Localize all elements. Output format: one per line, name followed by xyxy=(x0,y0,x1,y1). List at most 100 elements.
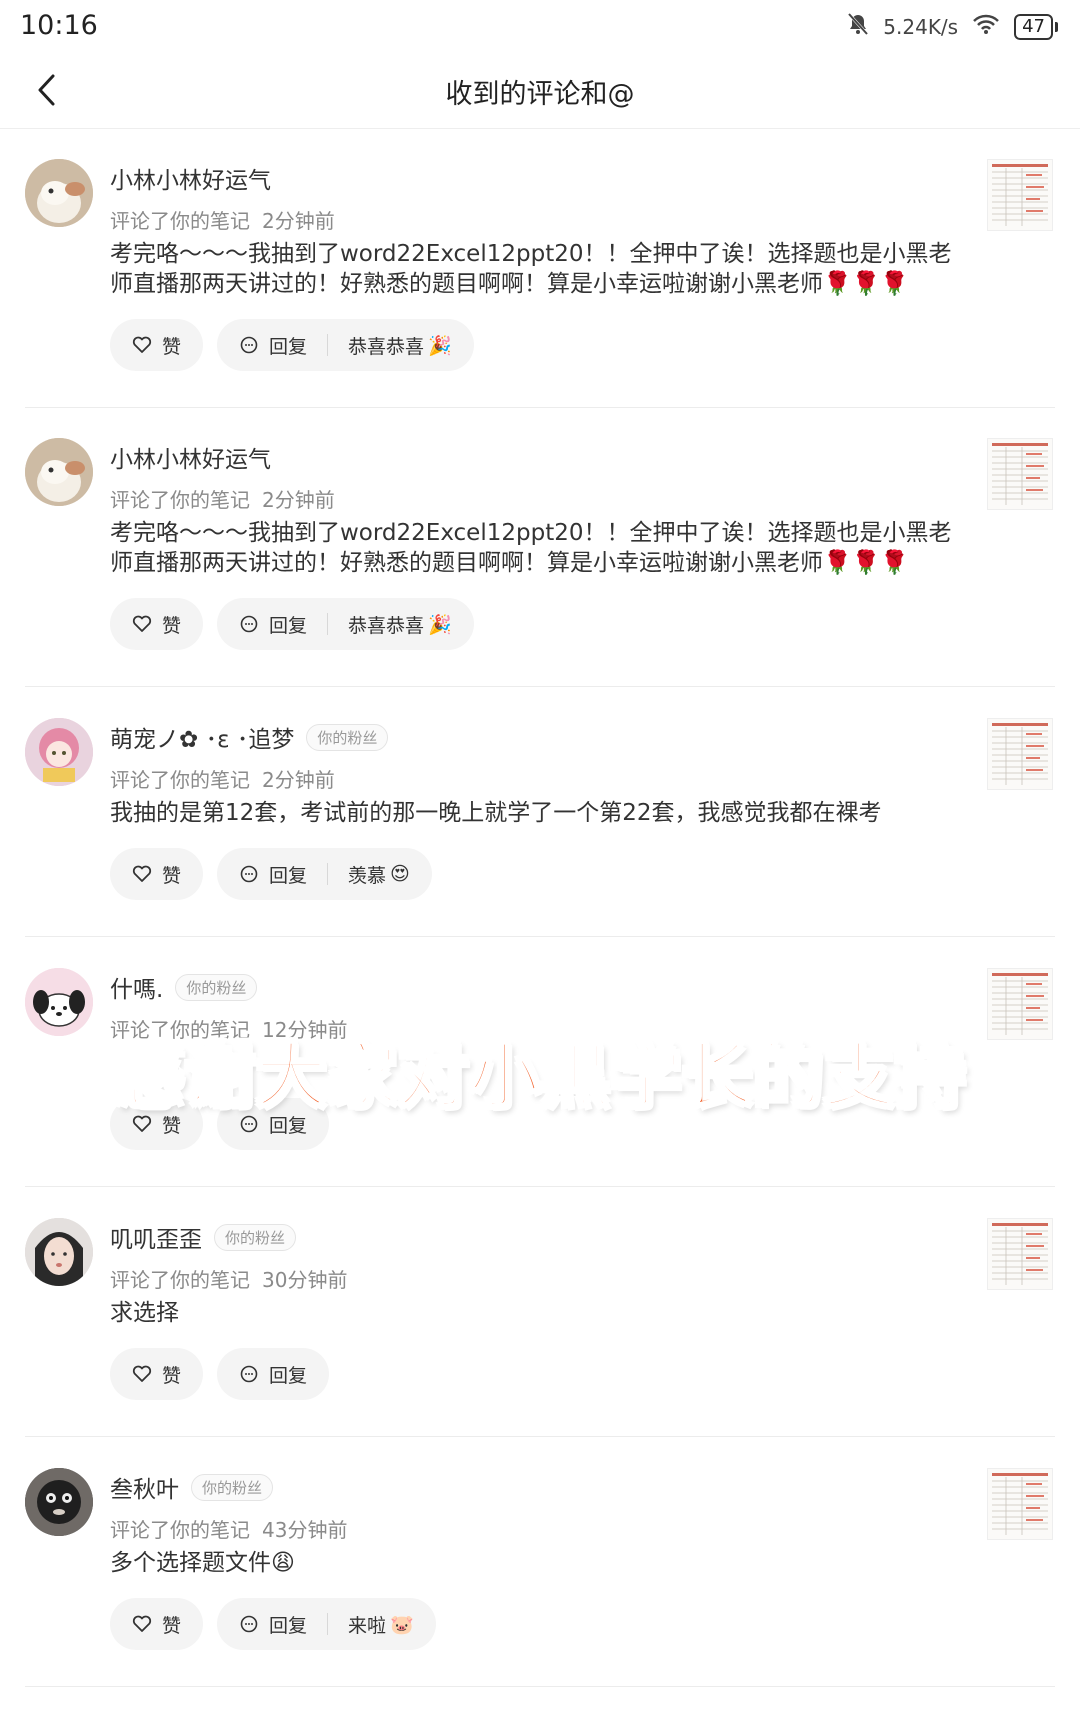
timestamp: 2分钟前 xyxy=(262,488,335,512)
quick-reply-emoji: 🎉 xyxy=(428,613,452,636)
quick-reply-text: 羡慕 xyxy=(348,864,387,887)
timestamp: 2分钟前 xyxy=(262,768,335,792)
comment-meta: 评论了你的笔记 2分钟前 xyxy=(110,205,335,234)
like-label: 赞 xyxy=(162,1614,182,1637)
timestamp: 43分钟前 xyxy=(262,1518,348,1542)
note-thumbnail[interactable] xyxy=(987,159,1053,231)
battery-level: 47 xyxy=(1014,13,1053,40)
list-item[interactable]: 小林小林好运气 评论了你的笔记 2分钟前 考完咯～～～我抽到了word22Exce… xyxy=(0,408,1080,688)
heart-icon xyxy=(132,865,152,883)
comment-meta: 评论了你的笔记 30分钟前 xyxy=(110,1264,347,1293)
like-button[interactable]: 赞 xyxy=(110,319,204,371)
avatar[interactable] xyxy=(25,718,93,786)
chat-bubble-icon xyxy=(239,1364,259,1384)
username[interactable]: 什嗎. xyxy=(110,970,163,1004)
like-label: 赞 xyxy=(162,864,182,887)
status-icons: 5.24K/s 47 xyxy=(847,12,1058,41)
divider xyxy=(25,686,1055,687)
name-row: 萌宠ノ✿ ･ε ･追梦 你的粉丝 xyxy=(110,720,389,754)
reply-button[interactable]: 回复 xyxy=(269,861,307,888)
reply-group: 回复 来啦 🐷 xyxy=(217,1598,436,1650)
heart-icon xyxy=(132,336,152,354)
action-text: 评论了你的笔记 xyxy=(110,1518,250,1542)
username[interactable]: 萌宠ノ✿ ･ε ･追梦 xyxy=(110,720,294,754)
name-row: 叽叽歪歪 你的粉丝 xyxy=(110,1220,297,1254)
comment-meta: 评论了你的笔记 43分钟前 xyxy=(110,1514,347,1543)
like-button[interactable]: 赞 xyxy=(110,598,204,650)
avatar[interactable] xyxy=(25,1218,93,1286)
name-row: 什嗎. 你的粉丝 xyxy=(110,970,258,1004)
timestamp: 2分钟前 xyxy=(262,209,335,233)
reply-group: 回复 恭喜恭喜 🎉 xyxy=(217,319,474,371)
comment-text[interactable]: 多个选择题文件😩 xyxy=(110,1548,970,1578)
like-button[interactable]: 赞 xyxy=(110,848,204,900)
heart-icon xyxy=(132,615,152,633)
note-thumbnail[interactable] xyxy=(987,1468,1053,1540)
quick-reply-button[interactable]: 来啦 🐷 xyxy=(348,1611,414,1638)
timestamp: 30分钟前 xyxy=(262,1268,348,1292)
divider xyxy=(25,1436,1055,1437)
name-row: 小林小林好运气 xyxy=(110,161,271,195)
quick-reply-emoji: 🎉 xyxy=(428,334,452,357)
reply-button[interactable]: 回复 xyxy=(269,1611,307,1638)
action-row: 赞 回复 来啦 🐷 xyxy=(110,1598,436,1650)
overlay-caption: 感谢大家对小黑学长的支持 xyxy=(113,1034,967,1119)
reply-button[interactable]: 回复 xyxy=(269,611,307,638)
note-thumbnail[interactable] xyxy=(987,1218,1053,1290)
list-item[interactable]: 叽叽歪歪 你的粉丝 评论了你的笔记 30分钟前 求选择 赞 回复 xyxy=(0,1188,1080,1438)
page-title: 收到的评论和@ xyxy=(445,79,635,110)
comment-text[interactable]: 求选择 xyxy=(110,1298,970,1328)
action-text: 评论了你的笔记 xyxy=(110,1268,250,1292)
divider xyxy=(25,1186,1055,1187)
chat-bubble-icon xyxy=(239,614,259,634)
like-button[interactable]: 赞 xyxy=(110,1598,204,1650)
comment-text[interactable]: 考完咯～～～我抽到了word22Excel12ppt20！！全押中了诶！选择题也… xyxy=(110,518,970,578)
name-row: 小林小林好运气 xyxy=(110,440,271,474)
action-row: 赞 回复 xyxy=(110,1348,330,1400)
username[interactable]: 小林小林好运气 xyxy=(110,161,271,195)
status-bar: 10:16 5.24K/s 47 xyxy=(0,0,1080,52)
mute-bell-icon xyxy=(847,12,869,41)
username[interactable]: 小林小林好运气 xyxy=(110,440,271,474)
action-row: 赞 回复 羡慕 😍 xyxy=(110,848,432,900)
chat-bubble-icon xyxy=(239,1614,259,1634)
divider xyxy=(25,936,1055,937)
fan-badge: 你的粉丝 xyxy=(191,1473,274,1501)
net-speed: 5.24K/s xyxy=(883,14,959,39)
action-text: 评论了你的笔记 xyxy=(110,209,250,233)
like-button[interactable]: 赞 xyxy=(110,1348,204,1400)
like-label: 赞 xyxy=(162,1364,182,1387)
comment-text[interactable]: 考完咯～～～我抽到了word22Excel12ppt20！！全押中了诶！选择题也… xyxy=(110,239,970,299)
heart-icon xyxy=(132,1365,152,1383)
quick-reply-emoji: 😍 xyxy=(390,863,410,885)
username[interactable]: 叁秋叶 xyxy=(110,1470,179,1504)
wifi-icon xyxy=(972,13,1000,40)
avatar[interactable] xyxy=(25,438,93,506)
quick-reply-text: 恭喜恭喜 xyxy=(348,614,425,637)
list-item[interactable]: 萌宠ノ✿ ･ε ･追梦 你的粉丝 评论了你的笔记 2分钟前 我抽的是第12套，考试… xyxy=(0,688,1080,938)
quick-reply-button[interactable]: 恭喜恭喜 🎉 xyxy=(348,332,452,359)
list-item[interactable]: 叁秋叶 你的粉丝 评论了你的笔记 43分钟前 多个选择题文件😩 赞 回复 来啦 🐷 xyxy=(0,1438,1080,1688)
list-item[interactable]: 小林小林好运气 评论了你的笔记 2分钟前 考完咯～～～我抽到了word22Exce… xyxy=(0,129,1080,409)
note-thumbnail[interactable] xyxy=(987,438,1053,510)
comment-text[interactable]: 我抽的是第12套，考试前的那一晚上就学了一个第22套，我感觉我都在裸考 xyxy=(110,798,970,828)
header: 收到的评论和@ xyxy=(0,52,1080,129)
quick-reply-text: 恭喜恭喜 xyxy=(348,335,425,358)
note-thumbnail[interactable] xyxy=(987,718,1053,790)
reply-group: 回复 羡慕 😍 xyxy=(217,848,432,900)
quick-reply-button[interactable]: 恭喜恭喜 🎉 xyxy=(348,611,452,638)
status-time: 10:16 xyxy=(20,10,98,41)
reply-button[interactable]: 回复 xyxy=(269,332,307,359)
like-label: 赞 xyxy=(162,614,182,637)
like-label: 赞 xyxy=(162,335,182,358)
quick-reply-button[interactable]: 羡慕 😍 xyxy=(348,861,410,888)
comment-meta: 评论了你的笔记 2分钟前 xyxy=(110,764,335,793)
reply-button[interactable]: 回复 xyxy=(217,1348,330,1400)
avatar[interactable] xyxy=(25,1468,93,1536)
fan-badge: 你的粉丝 xyxy=(214,1223,297,1251)
avatar[interactable] xyxy=(25,159,93,227)
username[interactable]: 叽叽歪歪 xyxy=(110,1220,202,1254)
fan-badge: 你的粉丝 xyxy=(175,973,258,1001)
battery-icon: 47 xyxy=(1014,13,1058,40)
divider xyxy=(25,1686,1055,1687)
